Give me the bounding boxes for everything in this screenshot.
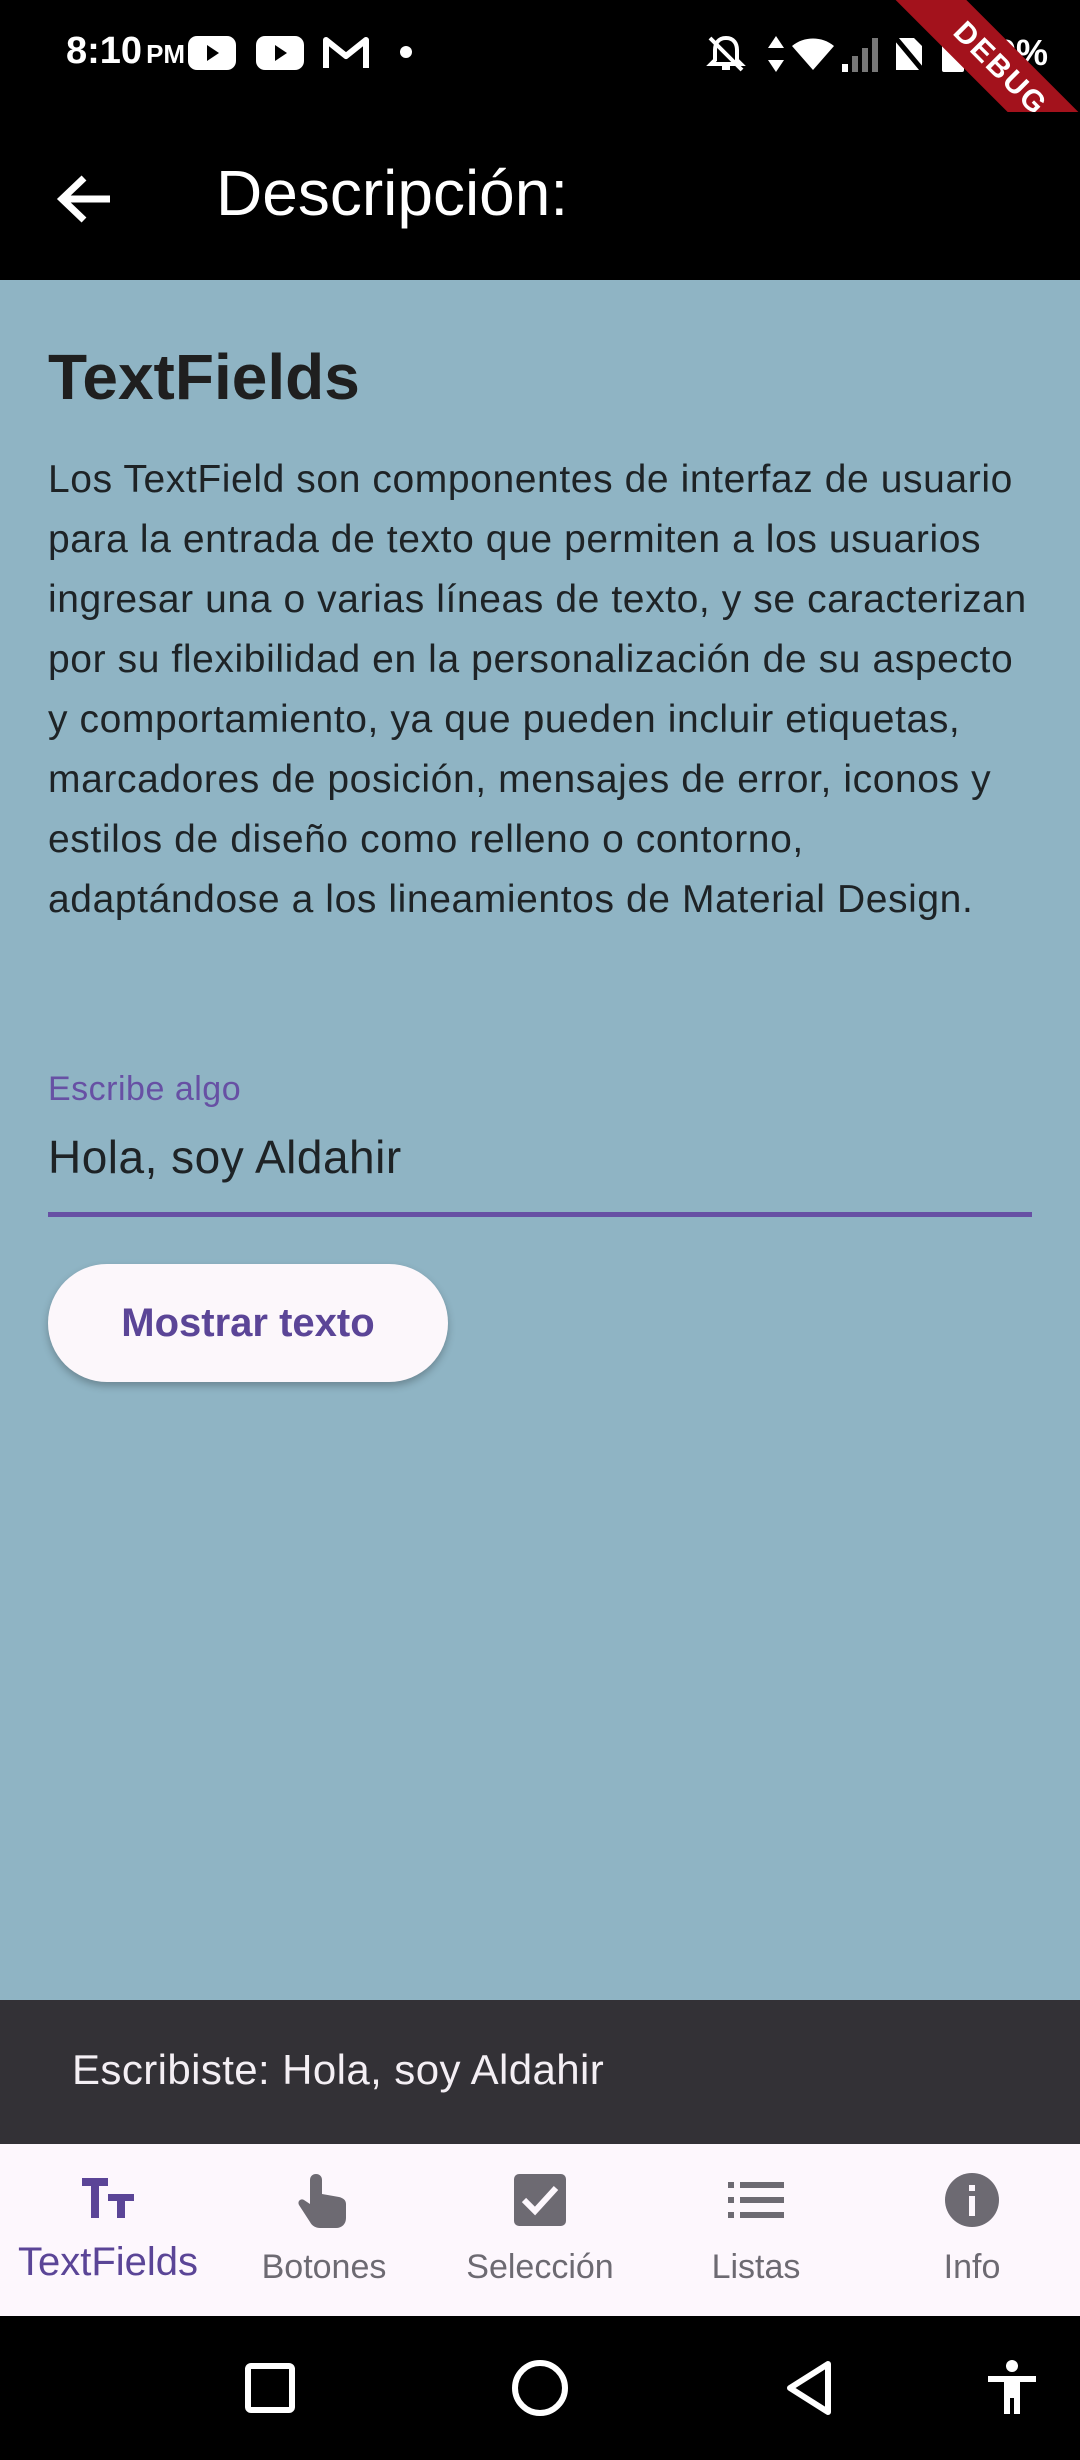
status-time: 8:10 PM bbox=[66, 30, 185, 73]
nav-label: Listas bbox=[711, 2248, 801, 2286]
description-text: Los TextField son componentes de interfa… bbox=[48, 458, 1027, 921]
show-text-button[interactable]: Mostrar texto bbox=[48, 1264, 448, 1382]
arrow-back-icon[interactable] bbox=[50, 164, 120, 234]
signal-icon bbox=[842, 38, 878, 72]
text-field-input[interactable]: Hola, soy Aldahir bbox=[48, 1130, 402, 1184]
nav-label: Botones bbox=[261, 2248, 387, 2286]
app-bar-title: Descripción: bbox=[216, 157, 569, 229]
nav-label: Info bbox=[943, 2248, 1001, 2286]
nav-label: Selección bbox=[466, 2248, 614, 2286]
youtube-icon bbox=[256, 36, 304, 70]
system-navigation-bar bbox=[0, 2316, 1080, 2460]
list-icon bbox=[728, 2182, 784, 2218]
nav-item-textfields[interactable]: TextFields bbox=[0, 2144, 216, 2316]
status-bar: 8:10PM 99% DEBUG bbox=[0, 0, 1080, 193]
dot-icon bbox=[400, 46, 412, 58]
nav-label: TextFields bbox=[17, 2240, 199, 2284]
touch-app-icon bbox=[298, 2174, 346, 2228]
recents-icon[interactable] bbox=[240, 2358, 300, 2418]
nav-item-listas[interactable]: Listas bbox=[648, 2144, 864, 2316]
bottom-navigation: TextFields Botones Selección Listas Info bbox=[0, 2144, 1080, 2316]
no-sim-icon bbox=[892, 34, 926, 74]
notifications-off-icon bbox=[706, 35, 746, 72]
accessibility-icon[interactable] bbox=[982, 2358, 1042, 2418]
nav-item-seleccion[interactable]: Selección bbox=[432, 2144, 648, 2316]
gmail-icon bbox=[323, 37, 369, 68]
page-title: TextFields bbox=[48, 341, 360, 413]
snackbar-text: Escribiste: Hola, soy Aldahir bbox=[72, 2046, 605, 2093]
text-field-underline bbox=[48, 1212, 1032, 1217]
back-icon[interactable] bbox=[780, 2358, 840, 2418]
home-icon[interactable] bbox=[510, 2358, 570, 2418]
app-bar: Descripción: bbox=[0, 112, 1080, 280]
snackbar: Escribiste: Hola, soy Aldahir bbox=[0, 2000, 1080, 2144]
nav-item-botones[interactable]: Botones bbox=[216, 2144, 432, 2316]
status-time-value: 8:10 bbox=[66, 30, 143, 72]
info-icon bbox=[945, 2173, 999, 2227]
data-arrows-icon bbox=[768, 36, 784, 72]
nav-item-info[interactable]: Info bbox=[864, 2144, 1080, 2316]
check-box-icon bbox=[514, 2174, 566, 2226]
text-fields-icon bbox=[82, 2178, 134, 2218]
text-field-label: Escribe algo bbox=[48, 1070, 242, 1108]
main-content: TextFields Los TextField son componentes… bbox=[0, 280, 1080, 2000]
youtube-icon bbox=[188, 36, 236, 70]
wifi-icon bbox=[792, 38, 834, 70]
status-time-ampm: PM bbox=[146, 39, 186, 69]
